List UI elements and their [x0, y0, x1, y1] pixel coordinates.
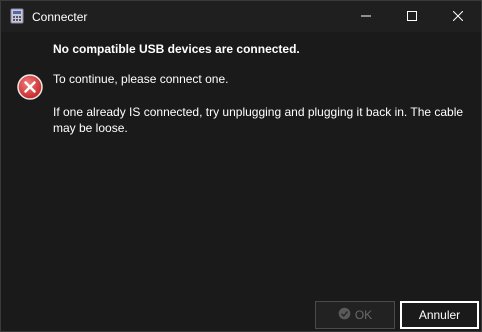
close-icon: [452, 10, 464, 24]
checkmark-circle-icon: [338, 307, 351, 323]
ok-button[interactable]: OK: [315, 301, 395, 329]
minimize-icon: [361, 10, 371, 24]
error-icon: [17, 74, 43, 100]
cancel-button[interactable]: Annuler: [400, 301, 479, 329]
ok-label: OK: [354, 308, 373, 322]
message-text: To continue, please connect one.: [53, 72, 229, 86]
dialog-content: No compatible USB devices are connected.…: [1, 32, 481, 298]
close-button[interactable]: [435, 1, 481, 32]
button-bar: OK Annuler: [1, 298, 481, 331]
main-instruction: No compatible USB devices are connected.: [53, 42, 300, 56]
cancel-label: Annuler: [418, 308, 461, 322]
minimize-button[interactable]: [343, 1, 389, 32]
calculator-icon: [9, 8, 25, 24]
window-title: Connecter: [32, 10, 88, 24]
dialog-window: Connecter No compatible USB devices are …: [0, 0, 482, 332]
maximize-button[interactable]: [389, 1, 435, 32]
title-bar[interactable]: Connecter: [1, 1, 481, 32]
maximize-icon: [407, 10, 417, 24]
message-detail: If one already IS connected, try unplugg…: [53, 105, 464, 135]
